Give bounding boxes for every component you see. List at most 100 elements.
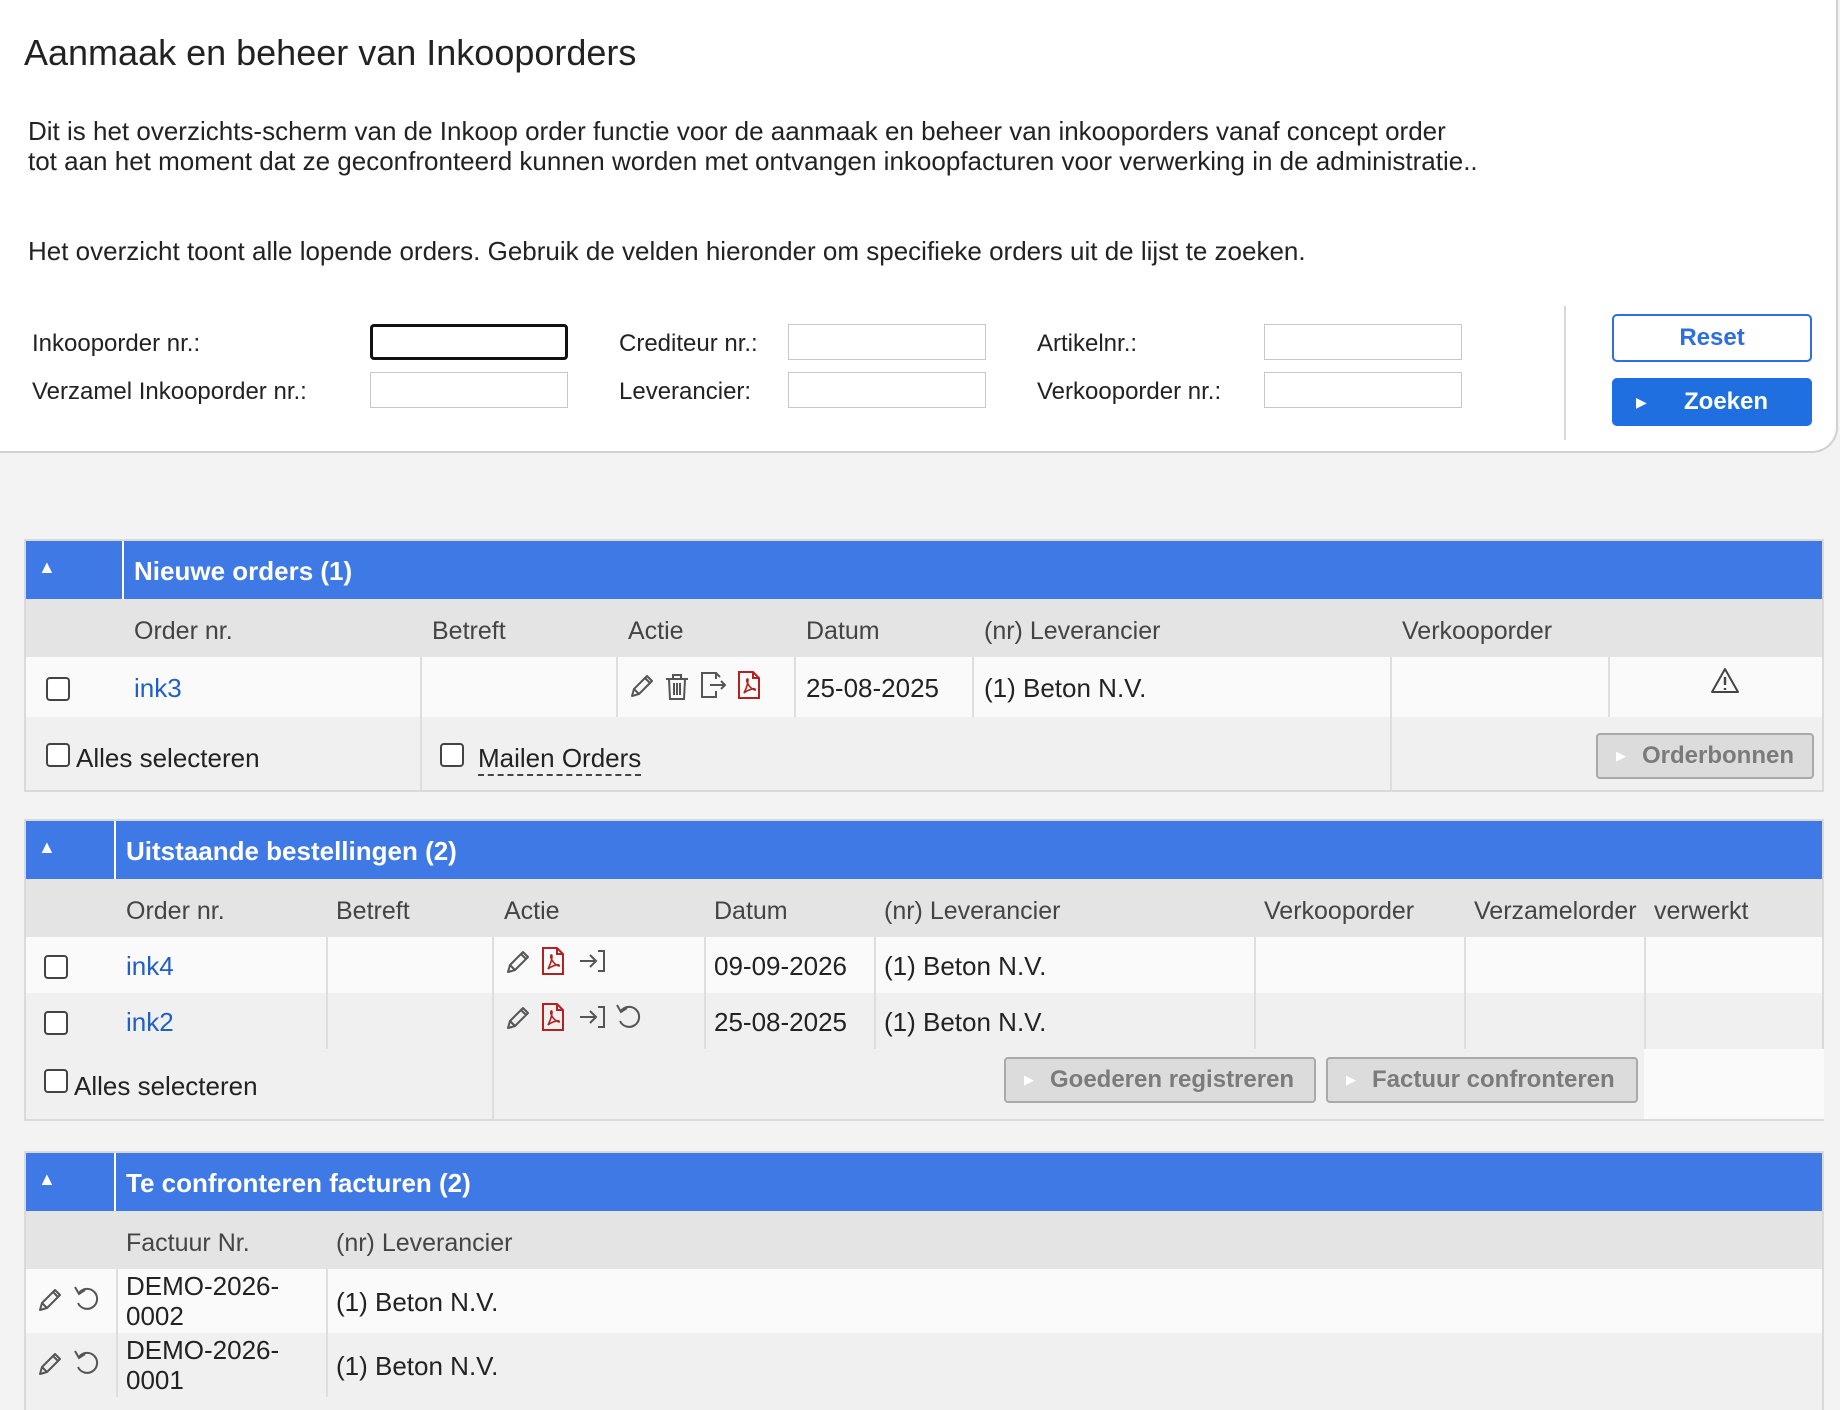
- pencil-icon[interactable]: [34, 1349, 64, 1381]
- col-leverancier: (nr) Leverancier: [984, 617, 1161, 645]
- select-all-checkbox[interactable]: [44, 1069, 68, 1093]
- zoeken-button[interactable]: ▶ Zoeken: [1612, 378, 1812, 426]
- col-verwerkt: verwerkt: [1654, 897, 1749, 925]
- triangle-up-icon: ▲: [38, 1169, 56, 1189]
- page-title: Aanmaak en beheer van Inkooporders: [24, 32, 637, 73]
- divider: [1564, 306, 1566, 440]
- table-row: DEMO-2026- 0001 (1) Beton N.V.: [26, 1333, 1822, 1397]
- play-icon: ▶: [1636, 394, 1647, 410]
- panel-title: Te confronteren facturen (2): [126, 1168, 471, 1198]
- panel-title: Uitstaande bestellingen (2): [126, 836, 457, 866]
- inkooporder-input[interactable]: [370, 324, 568, 360]
- leverancier-cell: (1) Beton N.V.: [984, 673, 1147, 703]
- panel-header: ▲ Uitstaande bestellingen (2): [26, 821, 1822, 879]
- intro-text: Dit is het overzichts-scherm van de Inko…: [28, 116, 1528, 176]
- crediteur-input[interactable]: [788, 324, 986, 360]
- leverancier-input[interactable]: [788, 372, 986, 408]
- pencil-icon[interactable]: [34, 1285, 64, 1317]
- row-checkbox[interactable]: [46, 677, 70, 701]
- panel-te-confronteren-facturen: ▲ Te confronteren facturen (2) Factuur N…: [24, 1151, 1824, 1410]
- col-datum: Datum: [714, 897, 788, 925]
- panel-nieuwe-orders: ▲ Nieuwe orders (1) Order nr. Betreft Ac…: [24, 539, 1824, 792]
- select-all-label: Alles selecteren: [76, 743, 260, 773]
- goederen-label: Goederen registreren: [1050, 1066, 1295, 1093]
- panel-footer: Alles selecteren ▶ Goederen registreren …: [26, 1049, 1824, 1119]
- panel-footer: Alles selecteren Mailen Orders ▶ Orderbo…: [26, 717, 1822, 790]
- col-leverancier: (nr) Leverancier: [336, 1229, 513, 1257]
- factuur-nr-cell: DEMO-2026- 0001: [126, 1335, 279, 1395]
- order-link[interactable]: ink4: [126, 951, 174, 982]
- row-checkbox[interactable]: [44, 1011, 68, 1035]
- inkooporder-label: Inkooporder nr.:: [32, 330, 201, 357]
- col-leverancier: (nr) Leverancier: [884, 897, 1061, 925]
- panel-header: ▲ Nieuwe orders (1): [26, 541, 1822, 599]
- reset-button[interactable]: Reset: [1612, 314, 1812, 362]
- verkooporder-input[interactable]: [1264, 372, 1462, 408]
- leverancier-cell: (1) Beton N.V.: [884, 951, 1047, 981]
- col-factuur-nr: Factuur Nr.: [126, 1229, 250, 1257]
- col-betreft: Betreft: [432, 617, 506, 645]
- verzamel-input[interactable]: [370, 372, 568, 408]
- pencil-icon[interactable]: [502, 947, 532, 979]
- col-verkooporder: Verkooporder: [1402, 617, 1553, 645]
- column-header: Order nr. Betreft Actie Datum (nr) Lever…: [26, 879, 1822, 937]
- row-checkbox[interactable]: [44, 955, 68, 979]
- zoeken-label: Zoeken: [1684, 388, 1769, 415]
- table-row: ink3 25-08-2025 (1) Beton N.V.: [26, 657, 1822, 717]
- pencil-icon[interactable]: [626, 671, 656, 703]
- col-order: Order nr.: [126, 897, 225, 925]
- leverancier-cell: (1) Beton N.V.: [336, 1351, 499, 1381]
- goederen-registreren-button[interactable]: ▶ Goederen registreren: [1004, 1057, 1316, 1103]
- orderbonnen-button[interactable]: ▶ Orderbonnen: [1596, 733, 1814, 779]
- arrow-into-icon[interactable]: [578, 1001, 608, 1033]
- factuur-nr-line2: 0001: [126, 1365, 184, 1395]
- factuur-nr-line1: DEMO-2026-: [126, 1271, 280, 1301]
- order-link[interactable]: ink2: [126, 1007, 174, 1038]
- factuur-nr-cell: DEMO-2026- 0002: [126, 1271, 279, 1331]
- pdf-icon[interactable]: [538, 945, 568, 977]
- mail-orders-label[interactable]: Mailen Orders: [478, 743, 642, 776]
- search-hint: Het overzicht toont alle lopende orders.…: [28, 236, 1306, 266]
- orderbonnen-label: Orderbonnen: [1642, 742, 1795, 769]
- trash-icon[interactable]: [662, 671, 692, 703]
- undo-icon[interactable]: [614, 1001, 644, 1033]
- leverancier-cell: (1) Beton N.V.: [336, 1287, 499, 1317]
- panel-title: Nieuwe orders (1): [134, 556, 353, 586]
- arrow-into-icon[interactable]: [578, 945, 608, 977]
- export-icon[interactable]: [698, 669, 728, 701]
- factuur-label: Factuur confronteren: [1372, 1066, 1615, 1093]
- crediteur-label: Crediteur nr.:: [619, 330, 758, 357]
- leverancier-cell: (1) Beton N.V.: [884, 1007, 1047, 1037]
- panel-header: ▲ Te confronteren facturen (2): [26, 1153, 1822, 1211]
- intro-line-2: tot aan het moment dat ze geconfronteerd…: [28, 146, 1478, 176]
- collapse-toggle[interactable]: ▲: [26, 821, 116, 879]
- select-all-label: Alles selecteren: [74, 1071, 258, 1101]
- play-icon: ▶: [1616, 748, 1626, 763]
- pdf-icon[interactable]: [734, 669, 764, 701]
- order-link[interactable]: ink3: [134, 673, 182, 704]
- collapse-toggle[interactable]: ▲: [26, 541, 124, 599]
- select-all-checkbox[interactable]: [46, 743, 70, 767]
- column-header: Factuur Nr. (nr) Leverancier: [26, 1211, 1822, 1269]
- factuur-confronteren-button[interactable]: ▶ Factuur confronteren: [1326, 1057, 1638, 1103]
- datum-cell: 25-08-2025: [806, 673, 939, 703]
- collapse-toggle[interactable]: ▲: [26, 1153, 116, 1211]
- table-row: DEMO-2026- 0002 (1) Beton N.V.: [26, 1269, 1822, 1333]
- undo-icon[interactable]: [72, 1347, 102, 1379]
- column-header: Order nr. Betreft Actie Datum (nr) Lever…: [26, 599, 1822, 657]
- search-card: Aanmaak en beheer van Inkooporders Dit i…: [0, 0, 1838, 453]
- table-row: ink2 25-08-2025 (1) Beton N.V.: [26, 993, 1822, 1049]
- col-betreft: Betreft: [336, 897, 410, 925]
- col-actie: Actie: [628, 617, 684, 645]
- mail-orders-checkbox[interactable]: [440, 743, 464, 767]
- pencil-icon[interactable]: [502, 1003, 532, 1035]
- play-icon: ▶: [1346, 1072, 1356, 1087]
- pdf-icon[interactable]: [538, 1001, 568, 1033]
- col-datum: Datum: [806, 617, 880, 645]
- factuur-nr-line1: DEMO-2026-: [126, 1335, 280, 1365]
- datum-cell: 09-09-2026: [714, 951, 847, 981]
- undo-icon[interactable]: [72, 1283, 102, 1315]
- artikel-input[interactable]: [1264, 324, 1462, 360]
- table-row: ink4 09-09-2026 (1) Beton N.V.: [26, 937, 1822, 993]
- verzamel-label: Verzamel Inkooporder nr.:: [32, 378, 307, 405]
